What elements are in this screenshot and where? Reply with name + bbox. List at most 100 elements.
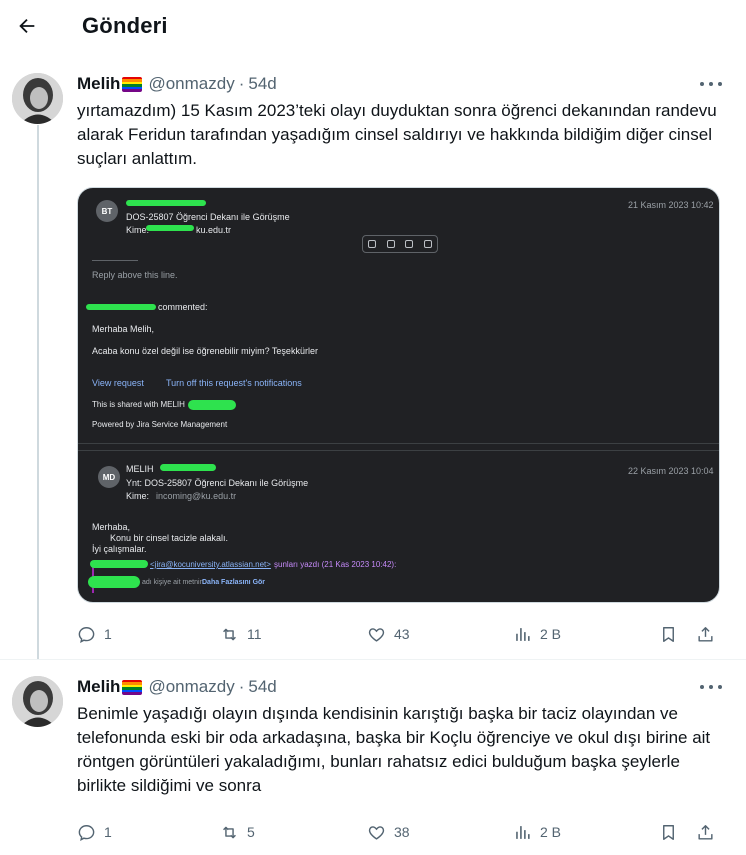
- like-button[interactable]: 38: [367, 822, 410, 842]
- views-button[interactable]: 2 B: [513, 624, 561, 644]
- sender-avatar: BT: [96, 200, 118, 222]
- email-to-label: Kime:: [126, 491, 150, 501]
- avatar[interactable]: [12, 676, 63, 727]
- email-subject: DOS-25807 Öğrenci Dekanı ile Görüşme: [126, 212, 290, 222]
- email-to-suffix: ku.edu.tr: [196, 225, 232, 235]
- back-button[interactable]: [10, 9, 44, 43]
- reply-icon[interactable]: [386, 240, 395, 248]
- redaction-mark: [126, 200, 206, 206]
- views-chart-icon: [516, 825, 530, 839]
- reply-body-line: İyi çalışmalar.: [92, 544, 147, 554]
- redaction-mark: [88, 576, 140, 588]
- reply-body-line: Merhaba,: [92, 522, 131, 532]
- turn-off-notifications-link[interactable]: Turn off this request's notifications: [166, 378, 302, 388]
- profile-photo-icon: [12, 73, 63, 124]
- bookmark-button[interactable]: [659, 822, 678, 842]
- tweet-image[interactable]: BT DOS-25807 Öğrenci Dekanı ile Görüşme …: [77, 187, 720, 603]
- tweet-header: Melih @onmazdy · 54d: [77, 676, 277, 698]
- email-date: 22 Kasım 2023 10:04: [628, 466, 714, 476]
- redaction-mark: [160, 464, 216, 471]
- reply-icon: [78, 824, 95, 841]
- user-name[interactable]: Melih: [77, 677, 120, 697]
- repost-button[interactable]: 11: [220, 624, 262, 644]
- reply-icon: [78, 626, 95, 643]
- views-chart-icon: [516, 627, 530, 641]
- share-icon: [698, 824, 713, 840]
- heart-icon: [368, 825, 385, 840]
- email-subject: Ynt: DOS-25807 Öğrenci Dekanı ile Görüşm…: [126, 478, 309, 488]
- share-button[interactable]: [696, 624, 715, 644]
- more-options-button[interactable]: [700, 678, 722, 696]
- sender-avatar: MD: [98, 466, 120, 488]
- divider: [78, 443, 719, 444]
- repost-count: 5: [247, 824, 255, 840]
- like-count: 38: [394, 824, 410, 840]
- reply-button[interactable]: 1: [77, 624, 112, 644]
- user-handle[interactable]: @onmazdy: [148, 677, 234, 697]
- thread-connector: [37, 125, 39, 659]
- repost-icon: [223, 826, 236, 838]
- timestamp[interactable]: 54d: [248, 677, 276, 697]
- page-title: Gönderi: [82, 13, 168, 38]
- redaction-mark: [86, 304, 156, 310]
- shared-with: This is shared with MELIH: [92, 400, 185, 409]
- views-button[interactable]: 2 B: [513, 822, 561, 842]
- quote-suffix: şunları yazdı (21 Kas 2023 10:42):: [274, 560, 397, 569]
- view-request-link[interactable]: View request: [92, 378, 144, 388]
- tweet-text: Benimle yaşadığı olayın dışında kendisin…: [77, 704, 711, 795]
- divider: [78, 450, 719, 451]
- show-more-link[interactable]: Daha Fazlasını Gör: [202, 579, 265, 586]
- view-count: 2 B: [540, 626, 562, 642]
- email-to-address: incoming@ku.edu.tr: [156, 491, 237, 501]
- forward-icon[interactable]: [423, 240, 432, 248]
- tweet-actions: 1 5 38 2 B: [77, 822, 727, 842]
- tweet-header: Melih @onmazdy · 54d: [77, 73, 277, 95]
- reply-count: 1: [104, 824, 112, 840]
- profile-photo-icon: [12, 676, 63, 727]
- rainbow-flag-icon: [122, 679, 143, 695]
- divider: [0, 659, 746, 660]
- share-icon: [698, 626, 713, 642]
- sender-name: MELIH: [126, 464, 154, 474]
- redaction-mark: [146, 225, 194, 231]
- reply-count: 1: [104, 626, 112, 642]
- commented-label: commented:: [158, 302, 208, 312]
- bookmark-button[interactable]: [659, 624, 678, 644]
- reply-all-icon[interactable]: [405, 240, 414, 248]
- repost-count: 11: [247, 626, 262, 642]
- powered-by: Powered by Jira Service Management: [92, 420, 228, 429]
- repost-icon: [223, 628, 236, 640]
- user-handle[interactable]: @onmazdy: [148, 74, 234, 94]
- arrow-left-icon: [19, 18, 35, 34]
- redaction-mark: [90, 560, 148, 568]
- quote-address-link[interactable]: <jira@kocuniversity.atlassian.net>: [150, 560, 271, 569]
- user-name[interactable]: Melih: [77, 74, 120, 94]
- share-button[interactable]: [696, 822, 715, 842]
- heart-icon: [368, 627, 385, 642]
- question: Acaba konu özel değil ise öğrenebilir mi…: [92, 346, 318, 356]
- bookmark-icon: [663, 824, 674, 840]
- reply-button[interactable]: 1: [77, 822, 112, 842]
- quote-more-prefix: adı kişiye ait metnin: [142, 579, 204, 586]
- top-bar: Gönderi: [0, 0, 746, 53]
- message-toolbar[interactable]: [362, 235, 438, 253]
- tweet-text: yırtamazdım) 15 Kasım 2023’teki olayı du…: [77, 101, 717, 168]
- divider: [92, 260, 138, 261]
- repost-button[interactable]: 5: [220, 822, 255, 842]
- bookmark-icon: [663, 626, 674, 642]
- email-date: 21 Kasım 2023 10:42: [628, 200, 714, 210]
- like-count: 43: [394, 626, 410, 642]
- reply-body-line: Konu bir cinsel tacizle alakalı.: [110, 533, 229, 543]
- rainbow-flag-icon: [122, 76, 143, 92]
- more-options-button[interactable]: [700, 75, 722, 93]
- trash-icon[interactable]: [368, 240, 377, 248]
- reply-above-line: Reply above this line.: [92, 270, 178, 280]
- separator-dot: ·: [238, 677, 245, 696]
- view-count: 2 B: [540, 824, 562, 840]
- timestamp[interactable]: 54d: [248, 74, 276, 94]
- avatar[interactable]: [12, 73, 63, 124]
- like-button[interactable]: 43: [367, 624, 410, 644]
- tweet-actions: 1 11 43 2 B: [77, 624, 727, 644]
- greeting: Merhaba Melih,: [92, 324, 155, 334]
- separator-dot: ·: [238, 74, 245, 93]
